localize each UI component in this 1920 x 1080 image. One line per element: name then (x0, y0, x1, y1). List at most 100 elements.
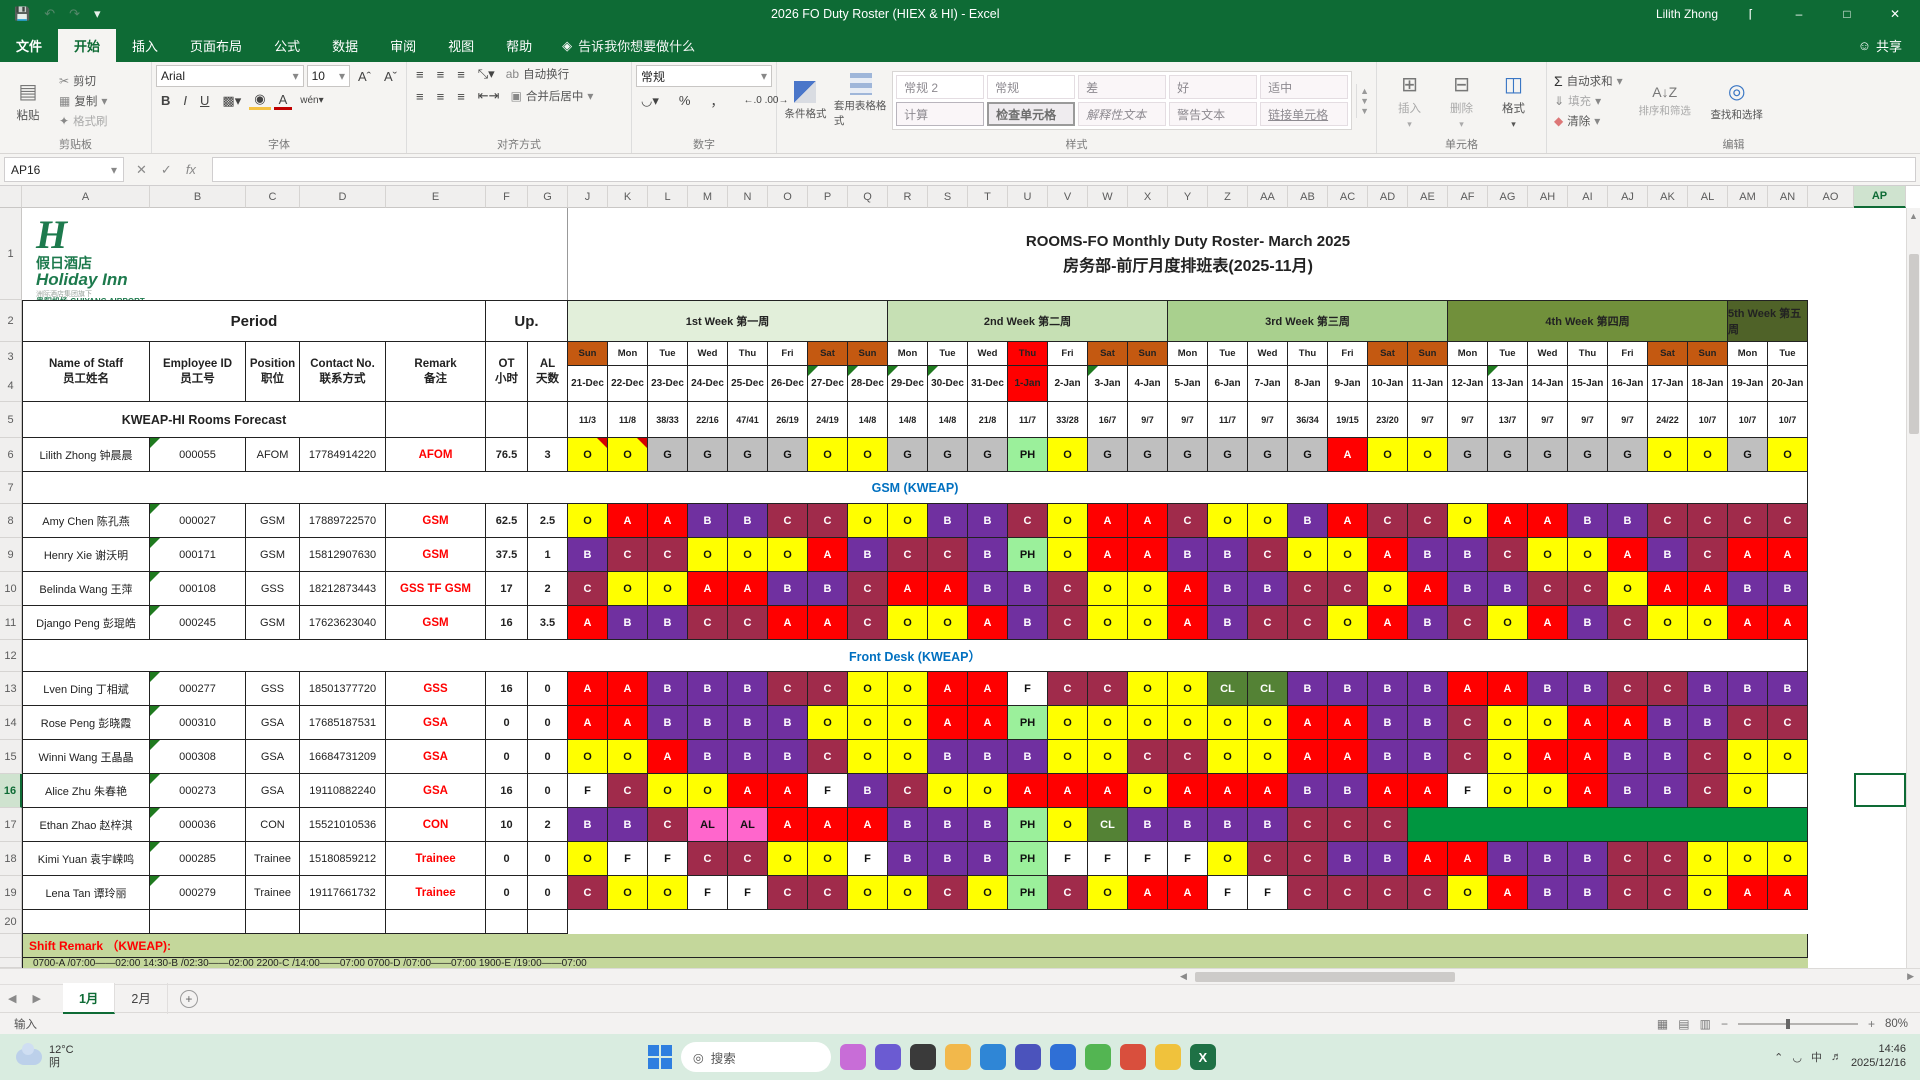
date-cell[interactable]: 2-Jan (1048, 366, 1088, 402)
remark-cell[interactable]: GSM (386, 606, 486, 640)
position-cell[interactable]: GSA (246, 706, 300, 740)
shift-cell[interactable]: B (1608, 504, 1648, 538)
shift-cell[interactable]: A (1768, 606, 1808, 640)
network-icon[interactable]: ◡ (1792, 1051, 1802, 1064)
date-cell[interactable]: 6-Jan (1208, 366, 1248, 402)
shift-cell[interactable]: B (1008, 740, 1048, 774)
shift-cell[interactable]: B (848, 538, 888, 572)
position-cell[interactable]: Trainee (246, 876, 300, 910)
al-cell[interactable]: 0 (528, 672, 568, 706)
date-cell[interactable]: 27-Dec (808, 366, 848, 402)
shift-cell[interactable]: B (1408, 606, 1448, 640)
dow-cell[interactable]: Wed (1528, 342, 1568, 366)
shift-cell[interactable]: C (1288, 808, 1328, 842)
shift-cell[interactable]: O (1528, 706, 1568, 740)
shift-cell[interactable]: C (608, 774, 648, 808)
shift-cell[interactable]: G (1248, 438, 1288, 472)
merge-center-button[interactable]: ▣合并后居中 ▾ (508, 87, 597, 105)
shift-cell[interactable]: O (1048, 438, 1088, 472)
shift-cell[interactable]: F (1248, 876, 1288, 910)
contact-cell[interactable]: 15812907630 (300, 538, 386, 572)
position-header[interactable]: Position职位 (246, 342, 300, 402)
shift-cell[interactable]: B (1208, 538, 1248, 572)
scroll-up-icon[interactable]: ▲ (1909, 208, 1918, 224)
contacts-icon[interactable] (875, 1044, 901, 1070)
shift-cell[interactable]: B (768, 706, 808, 740)
position-cell[interactable]: GSM (246, 504, 300, 538)
shift-cell[interactable]: B (1648, 774, 1688, 808)
shift-cell[interactable]: B (728, 740, 768, 774)
contact-header[interactable]: Contact No.联系方式 (300, 342, 386, 402)
date-cell[interactable]: 3-Jan (1088, 366, 1128, 402)
share-button[interactable]: ☺ 共享 (1840, 29, 1920, 62)
shift-cell[interactable]: O (768, 538, 808, 572)
taskbar-search[interactable]: ◎ 搜索 (681, 1042, 831, 1072)
borders-button[interactable]: ▩▾ (217, 93, 246, 109)
shift-cell[interactable]: O (1368, 438, 1408, 472)
column-header-G[interactable]: G (528, 186, 568, 208)
shift-cell[interactable]: G (1528, 438, 1568, 472)
date-cell[interactable]: 23-Dec (648, 366, 688, 402)
find-select-button[interactable]: ◎ 查找和选择 (1704, 69, 1770, 133)
row-header-[interactable] (0, 934, 22, 958)
remark-cell[interactable]: GSM (386, 538, 486, 572)
al-cell[interactable]: 0 (528, 740, 568, 774)
shift-cell[interactable]: B (1008, 606, 1048, 640)
employee-id-cell[interactable]: 000285 (150, 842, 246, 876)
shift-cell[interactable]: A (1728, 606, 1768, 640)
shift-cell[interactable]: F (728, 876, 768, 910)
delete-cells-button[interactable]: ⊟ 删除▾ (1441, 69, 1483, 133)
shift-cell[interactable]: O (1488, 606, 1528, 640)
shift-cell[interactable]: O (1528, 774, 1568, 808)
shift-cell[interactable]: G (728, 438, 768, 472)
forecast-cell[interactable]: 10/7 (1688, 402, 1728, 438)
remark-cell[interactable]: GSS TF GSM (386, 572, 486, 606)
date-cell[interactable]: 17-Jan (1648, 366, 1688, 402)
dow-cell[interactable]: Mon (1168, 342, 1208, 366)
shift-cell[interactable]: A (1168, 876, 1208, 910)
shift-cell[interactable]: B (808, 572, 848, 606)
tell-me-search[interactable]: ◈ 告诉我你想要做什么 (548, 29, 709, 62)
shift-cell[interactable]: A (1368, 606, 1408, 640)
contact-cell[interactable]: 17623623040 (300, 606, 386, 640)
shift-cell[interactable]: B (1328, 842, 1368, 876)
shift-cell[interactable]: B (1448, 572, 1488, 606)
shift-cell[interactable]: B (888, 842, 928, 876)
column-header-AI[interactable]: AI (1568, 186, 1608, 208)
staff-name-cell[interactable]: Django Peng 彭琨皓 (22, 606, 150, 640)
cell-style-链接单元格[interactable]: 链接单元格 (1260, 102, 1348, 126)
shift-cell[interactable]: C (928, 876, 968, 910)
shift-cell[interactable]: C (1488, 538, 1528, 572)
ribbon-tab-数据[interactable]: 数据 (316, 29, 374, 62)
shift-cell[interactable]: B (688, 504, 728, 538)
al-header[interactable]: AL天数 (528, 342, 568, 402)
shift-cell[interactable]: A (1568, 706, 1608, 740)
forecast-cell[interactable]: 38/33 (648, 402, 688, 438)
shift-cell[interactable]: B (1728, 572, 1768, 606)
edge-icon[interactable] (980, 1044, 1006, 1070)
cell-style-常规[interactable]: 常规 (987, 75, 1075, 99)
forecast-cell[interactable]: 9/7 (1248, 402, 1288, 438)
shift-cell[interactable]: B (1368, 672, 1408, 706)
fill-button[interactable]: ⇓填充 ▾ (1551, 92, 1626, 110)
shift-cell[interactable]: C (1328, 808, 1368, 842)
forecast-cell[interactable]: 22/16 (688, 402, 728, 438)
shift-cell[interactable]: C (1128, 740, 1168, 774)
column-header-Y[interactable]: Y (1168, 186, 1208, 208)
shift-cell[interactable]: B (728, 504, 768, 538)
dow-cell[interactable]: Mon (1448, 342, 1488, 366)
shift-cell[interactable]: O (608, 572, 648, 606)
row-header-10[interactable]: 10 (0, 572, 22, 606)
shift-cell[interactable]: O (1408, 438, 1448, 472)
shift-cell[interactable]: A (1368, 538, 1408, 572)
shift-cell[interactable]: O (728, 538, 768, 572)
dow-cell[interactable]: Tue (648, 342, 688, 366)
ot-cell[interactable]: 10 (486, 808, 528, 842)
ribbon-tab-插入[interactable]: 插入 (116, 29, 174, 62)
date-cell[interactable]: 22-Dec (608, 366, 648, 402)
horizontal-scrollbar[interactable] (1187, 969, 1907, 984)
dow-cell[interactable]: Sat (808, 342, 848, 366)
cancel-icon[interactable]: ✕ (136, 162, 147, 178)
column-header-A[interactable]: A (22, 186, 150, 208)
shift-cell[interactable]: O (848, 438, 888, 472)
